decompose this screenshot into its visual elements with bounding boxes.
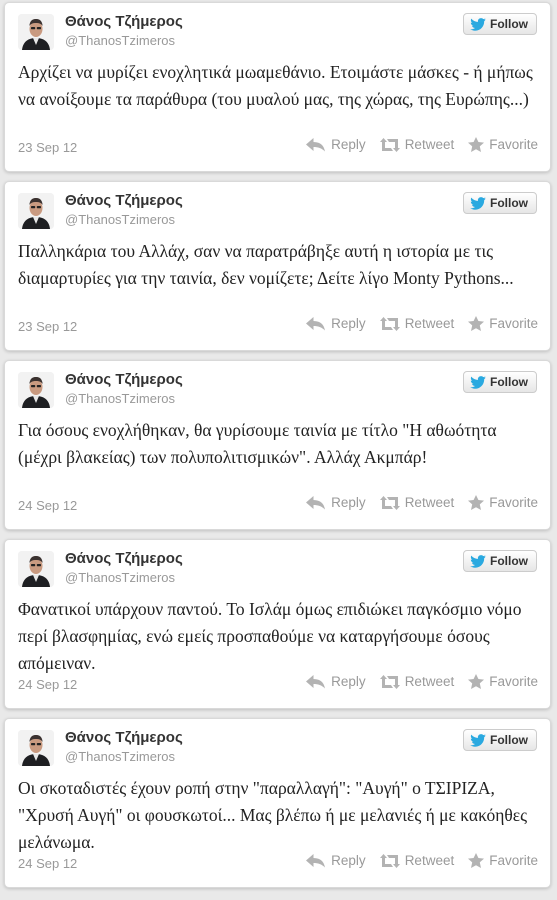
twitter-bird-icon bbox=[470, 17, 486, 31]
favorite-label: Favorite bbox=[489, 316, 538, 331]
favorite-star-icon bbox=[468, 316, 489, 331]
author-name[interactable]: Θάνος Τζήμερος bbox=[65, 371, 183, 388]
follow-button[interactable]: Follow bbox=[463, 729, 537, 751]
reply-button[interactable]: Reply bbox=[306, 853, 366, 868]
favorite-star-icon bbox=[468, 495, 489, 510]
reply-button[interactable]: Reply bbox=[306, 137, 366, 152]
favorite-star-icon bbox=[468, 674, 489, 689]
retweet-button[interactable]: Retweet bbox=[379, 316, 455, 331]
favorite-star-icon bbox=[468, 853, 489, 868]
tweet-text: Για όσους ενοχλήθηκαν, θα γυρίσουμε ταιν… bbox=[18, 420, 497, 467]
avatar[interactable] bbox=[18, 551, 54, 587]
author-handle[interactable]: @ThanosTzimeros bbox=[65, 391, 175, 406]
retweet-label: Retweet bbox=[404, 316, 455, 331]
favorite-label: Favorite bbox=[489, 674, 538, 689]
twitter-bird-icon bbox=[470, 375, 486, 389]
reply-button[interactable]: Reply bbox=[306, 495, 366, 510]
retweet-label: Retweet bbox=[404, 853, 455, 868]
retweet-label: Retweet bbox=[404, 137, 455, 152]
favorite-label: Favorite bbox=[489, 137, 538, 152]
follow-label: Follow bbox=[490, 554, 528, 568]
tweet-actions: Reply Retweet Favorite bbox=[292, 853, 538, 868]
follow-label: Follow bbox=[490, 196, 528, 210]
retweet-icon bbox=[379, 137, 405, 152]
avatar[interactable] bbox=[18, 730, 54, 766]
tweet-card: Θάνος Τζήμερος @ThanosTzimeros Follow Πα… bbox=[4, 181, 551, 351]
tweet-date[interactable]: 23 Sep 12 bbox=[18, 140, 77, 155]
tweet-text: Αρχίζει να μυρίζει ενοχλητικά μωαμεθάνιο… bbox=[18, 62, 533, 109]
author-name[interactable]: Θάνος Τζήμερος bbox=[65, 729, 183, 746]
retweet-button[interactable]: Retweet bbox=[379, 137, 455, 152]
twitter-bird-icon bbox=[470, 733, 486, 747]
author-handle[interactable]: @ThanosTzimeros bbox=[65, 212, 175, 227]
avatar[interactable] bbox=[18, 372, 54, 408]
follow-button[interactable]: Follow bbox=[463, 192, 537, 214]
retweet-icon bbox=[379, 853, 405, 868]
favorite-button[interactable]: Favorite bbox=[468, 316, 538, 331]
author-handle[interactable]: @ThanosTzimeros bbox=[65, 570, 175, 585]
retweet-label: Retweet bbox=[404, 674, 455, 689]
retweet-button[interactable]: Retweet bbox=[379, 853, 455, 868]
tweet-actions: Reply Retweet Favorite bbox=[292, 495, 538, 510]
tweet-card: Θάνος Τζήμερος @ThanosTzimeros Follow Αρ… bbox=[4, 2, 551, 172]
follow-button[interactable]: Follow bbox=[463, 550, 537, 572]
tweet-card: Θάνος Τζήμερος @ThanosTzimeros Follow Φα… bbox=[4, 539, 551, 709]
reply-button[interactable]: Reply bbox=[306, 674, 366, 689]
reply-label: Reply bbox=[331, 137, 366, 152]
retweet-button[interactable]: Retweet bbox=[379, 674, 455, 689]
reply-icon bbox=[306, 674, 331, 689]
tweet-date[interactable]: 24 Sep 12 bbox=[18, 498, 77, 513]
reply-label: Reply bbox=[331, 674, 366, 689]
follow-label: Follow bbox=[490, 733, 528, 747]
tweet-feed: Θάνος Τζήμερος @ThanosTzimeros Follow Αρ… bbox=[0, 0, 557, 900]
favorite-button[interactable]: Favorite bbox=[468, 674, 538, 689]
tweet-card: Θάνος Τζήμερος @ThanosTzimeros Follow Οι… bbox=[4, 718, 551, 888]
favorite-button[interactable]: Favorite bbox=[468, 853, 538, 868]
follow-button[interactable]: Follow bbox=[463, 371, 537, 393]
reply-label: Reply bbox=[331, 495, 366, 510]
retweet-label: Retweet bbox=[404, 495, 455, 510]
favorite-label: Favorite bbox=[489, 495, 538, 510]
author-name[interactable]: Θάνος Τζήμερος bbox=[65, 192, 183, 209]
reply-icon bbox=[306, 137, 331, 152]
reply-icon bbox=[306, 853, 331, 868]
reply-label: Reply bbox=[331, 853, 366, 868]
tweet-card: Θάνος Τζήμερος @ThanosTzimeros Follow Γι… bbox=[4, 360, 551, 530]
retweet-icon bbox=[379, 495, 405, 510]
tweet-text: Φανατικοί υπάρχουν παντού. Το Ισλάμ όμως… bbox=[18, 599, 522, 673]
retweet-button[interactable]: Retweet bbox=[379, 495, 455, 510]
avatar[interactable] bbox=[18, 193, 54, 229]
twitter-bird-icon bbox=[470, 554, 486, 568]
retweet-icon bbox=[379, 316, 405, 331]
reply-icon bbox=[306, 316, 331, 331]
follow-label: Follow bbox=[490, 375, 528, 389]
tweet-date[interactable]: 23 Sep 12 bbox=[18, 319, 77, 334]
tweet-date[interactable]: 24 Sep 12 bbox=[18, 856, 77, 871]
tweet-actions: Reply Retweet Favorite bbox=[292, 137, 538, 152]
follow-label: Follow bbox=[490, 17, 528, 31]
follow-button[interactable]: Follow bbox=[463, 13, 537, 35]
favorite-button[interactable]: Favorite bbox=[468, 137, 538, 152]
author-name[interactable]: Θάνος Τζήμερος bbox=[65, 13, 183, 30]
tweet-actions: Reply Retweet Favorite bbox=[292, 316, 538, 331]
tweet-actions: Reply Retweet Favorite bbox=[292, 674, 538, 689]
author-handle[interactable]: @ThanosTzimeros bbox=[65, 749, 175, 764]
retweet-icon bbox=[379, 674, 405, 689]
favorite-button[interactable]: Favorite bbox=[468, 495, 538, 510]
author-handle[interactable]: @ThanosTzimeros bbox=[65, 33, 175, 48]
reply-label: Reply bbox=[331, 316, 366, 331]
reply-icon bbox=[306, 495, 331, 510]
favorite-star-icon bbox=[468, 137, 489, 152]
avatar[interactable] bbox=[18, 14, 54, 50]
twitter-bird-icon bbox=[470, 196, 486, 210]
tweet-date[interactable]: 24 Sep 12 bbox=[18, 677, 77, 692]
favorite-label: Favorite bbox=[489, 853, 538, 868]
reply-button[interactable]: Reply bbox=[306, 316, 366, 331]
tweet-text: Οι σκοταδιστές έχουν ροπή στην "παραλλαγ… bbox=[18, 778, 528, 852]
tweet-text: Παλληκάρια του Αλλάχ, σαν να παρατράβηξε… bbox=[18, 241, 514, 288]
author-name[interactable]: Θάνος Τζήμερος bbox=[65, 550, 183, 567]
